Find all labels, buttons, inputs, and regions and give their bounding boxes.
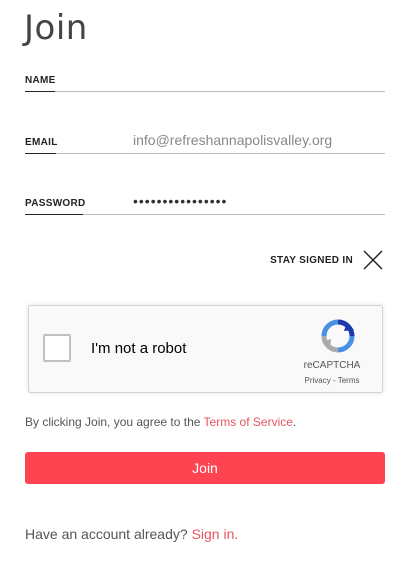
recaptcha-privacy-link[interactable]: Privacy xyxy=(305,376,331,385)
join-button[interactable]: Join xyxy=(25,452,385,484)
recaptcha-terms-link[interactable]: Terms xyxy=(338,376,360,385)
recaptcha-checkbox[interactable] xyxy=(43,334,71,362)
signin-prompt: Have an account already? Sign in. xyxy=(25,526,238,542)
name-underline xyxy=(25,91,385,92)
terms-prefix: By clicking Join, you agree to the xyxy=(25,415,204,429)
recaptcha-logo-icon xyxy=(321,319,355,353)
close-x-icon[interactable] xyxy=(361,248,385,272)
join-page: Join NAME EMAIL PASSWORD STAY SIGNED IN … xyxy=(0,0,411,569)
recaptcha-widget: I'm not a robot reCAPTCHA Privacy - Term… xyxy=(28,305,383,393)
password-label-underline xyxy=(25,214,83,215)
page-title: Join xyxy=(24,8,88,48)
name-field-group: NAME xyxy=(25,69,385,92)
email-label: EMAIL xyxy=(25,137,58,148)
signin-link[interactable]: Sign in. xyxy=(192,526,239,542)
stay-signed-in-toggle[interactable]: STAY SIGNED IN xyxy=(270,248,385,272)
recaptcha-link-separator: - xyxy=(330,376,338,385)
signin-prompt-text: Have an account already? xyxy=(25,526,192,542)
terms-notice: By clicking Join, you agree to the Terms… xyxy=(25,415,296,429)
stay-signed-in-label: STAY SIGNED IN xyxy=(270,254,353,266)
email-label-underline xyxy=(25,153,56,154)
recaptcha-label: I'm not a robot xyxy=(91,340,187,357)
recaptcha-brand: reCAPTCHA xyxy=(303,360,361,371)
name-label-underline xyxy=(25,91,55,92)
email-input[interactable] xyxy=(133,131,385,149)
email-underline xyxy=(25,153,385,154)
email-field-group: EMAIL xyxy=(25,131,385,154)
recaptcha-links: Privacy - Terms xyxy=(297,376,367,385)
password-input[interactable] xyxy=(133,192,385,210)
terms-of-service-link[interactable]: Terms of Service xyxy=(204,415,293,429)
name-input[interactable] xyxy=(133,69,385,87)
password-label: PASSWORD xyxy=(25,198,86,209)
password-field-group: PASSWORD xyxy=(25,192,385,215)
terms-suffix: . xyxy=(292,415,297,429)
name-label: NAME xyxy=(25,75,56,86)
